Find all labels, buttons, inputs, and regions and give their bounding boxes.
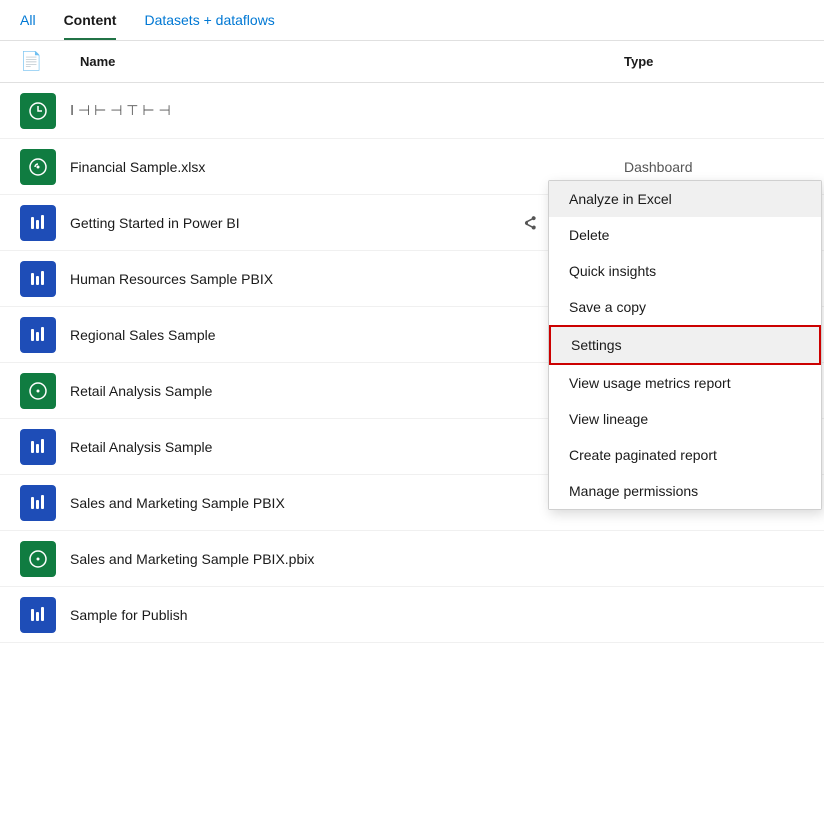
- context-menu-item-create-paginated[interactable]: Create paginated report: [549, 437, 821, 473]
- row-icon: [20, 373, 56, 409]
- row-icon: [20, 485, 56, 521]
- context-menu-item-save-copy[interactable]: Save a copy: [549, 289, 821, 325]
- document-icon: 📄: [20, 51, 42, 71]
- item-name: Sample for Publish: [70, 607, 624, 623]
- table-row: Ⅰ ⊣ ⊢ ⊣ ⊤ ⊢ ⊣: [0, 83, 824, 139]
- item-name: Retail Analysis Sample: [70, 439, 624, 455]
- item-name: Ⅰ ⊣ ⊢ ⊣ ⊤ ⊢ ⊣: [70, 102, 624, 119]
- context-menu-item-manage-permissions[interactable]: Manage permissions: [549, 473, 821, 509]
- share-button[interactable]: [516, 209, 544, 237]
- item-name: Sales and Marketing Sample PBIX: [70, 495, 624, 511]
- item-name: Regional Sales Sample: [70, 327, 624, 343]
- table-row: Sales and Marketing Sample PBIX.pbix: [0, 531, 824, 587]
- table-header: 📄 Name Type: [0, 41, 824, 83]
- tab-content[interactable]: Content: [64, 12, 117, 40]
- tab-all[interactable]: All: [20, 12, 36, 40]
- item-name: Human Resources Sample PBIX: [70, 271, 624, 287]
- context-menu-item-delete[interactable]: Delete: [549, 217, 821, 253]
- table-row: Sample for Publish: [0, 587, 824, 643]
- context-menu-item-settings[interactable]: Settings: [549, 325, 821, 365]
- item-name: Financial Sample.xlsx: [70, 159, 624, 175]
- tabs-bar: All Content Datasets + dataflows: [0, 0, 824, 41]
- item-type: Dashboard: [624, 159, 804, 175]
- item-name: Retail Analysis Sample: [70, 383, 624, 399]
- row-icon: [20, 541, 56, 577]
- item-name: Getting Started in Power BI: [70, 215, 516, 231]
- col-header-name: Name: [80, 54, 624, 69]
- context-menu: Analyze in Excel Delete Quick insights S…: [548, 180, 822, 510]
- row-icon: [20, 149, 56, 185]
- context-menu-item-quick-insights[interactable]: Quick insights: [549, 253, 821, 289]
- context-menu-item-analyze-excel[interactable]: Analyze in Excel: [549, 181, 821, 217]
- context-menu-item-view-lineage[interactable]: View lineage: [549, 401, 821, 437]
- row-icon: [20, 261, 56, 297]
- header-icon-col: 📄: [20, 51, 80, 72]
- row-icon: [20, 317, 56, 353]
- row-icon: [20, 597, 56, 633]
- row-icon: [20, 429, 56, 465]
- context-menu-item-view-usage[interactable]: View usage metrics report: [549, 365, 821, 401]
- tab-datasets[interactable]: Datasets + dataflows: [144, 12, 274, 40]
- row-icon: [20, 93, 56, 129]
- row-icon: [20, 205, 56, 241]
- col-header-type: Type: [624, 54, 804, 69]
- item-name: Sales and Marketing Sample PBIX.pbix: [70, 551, 624, 567]
